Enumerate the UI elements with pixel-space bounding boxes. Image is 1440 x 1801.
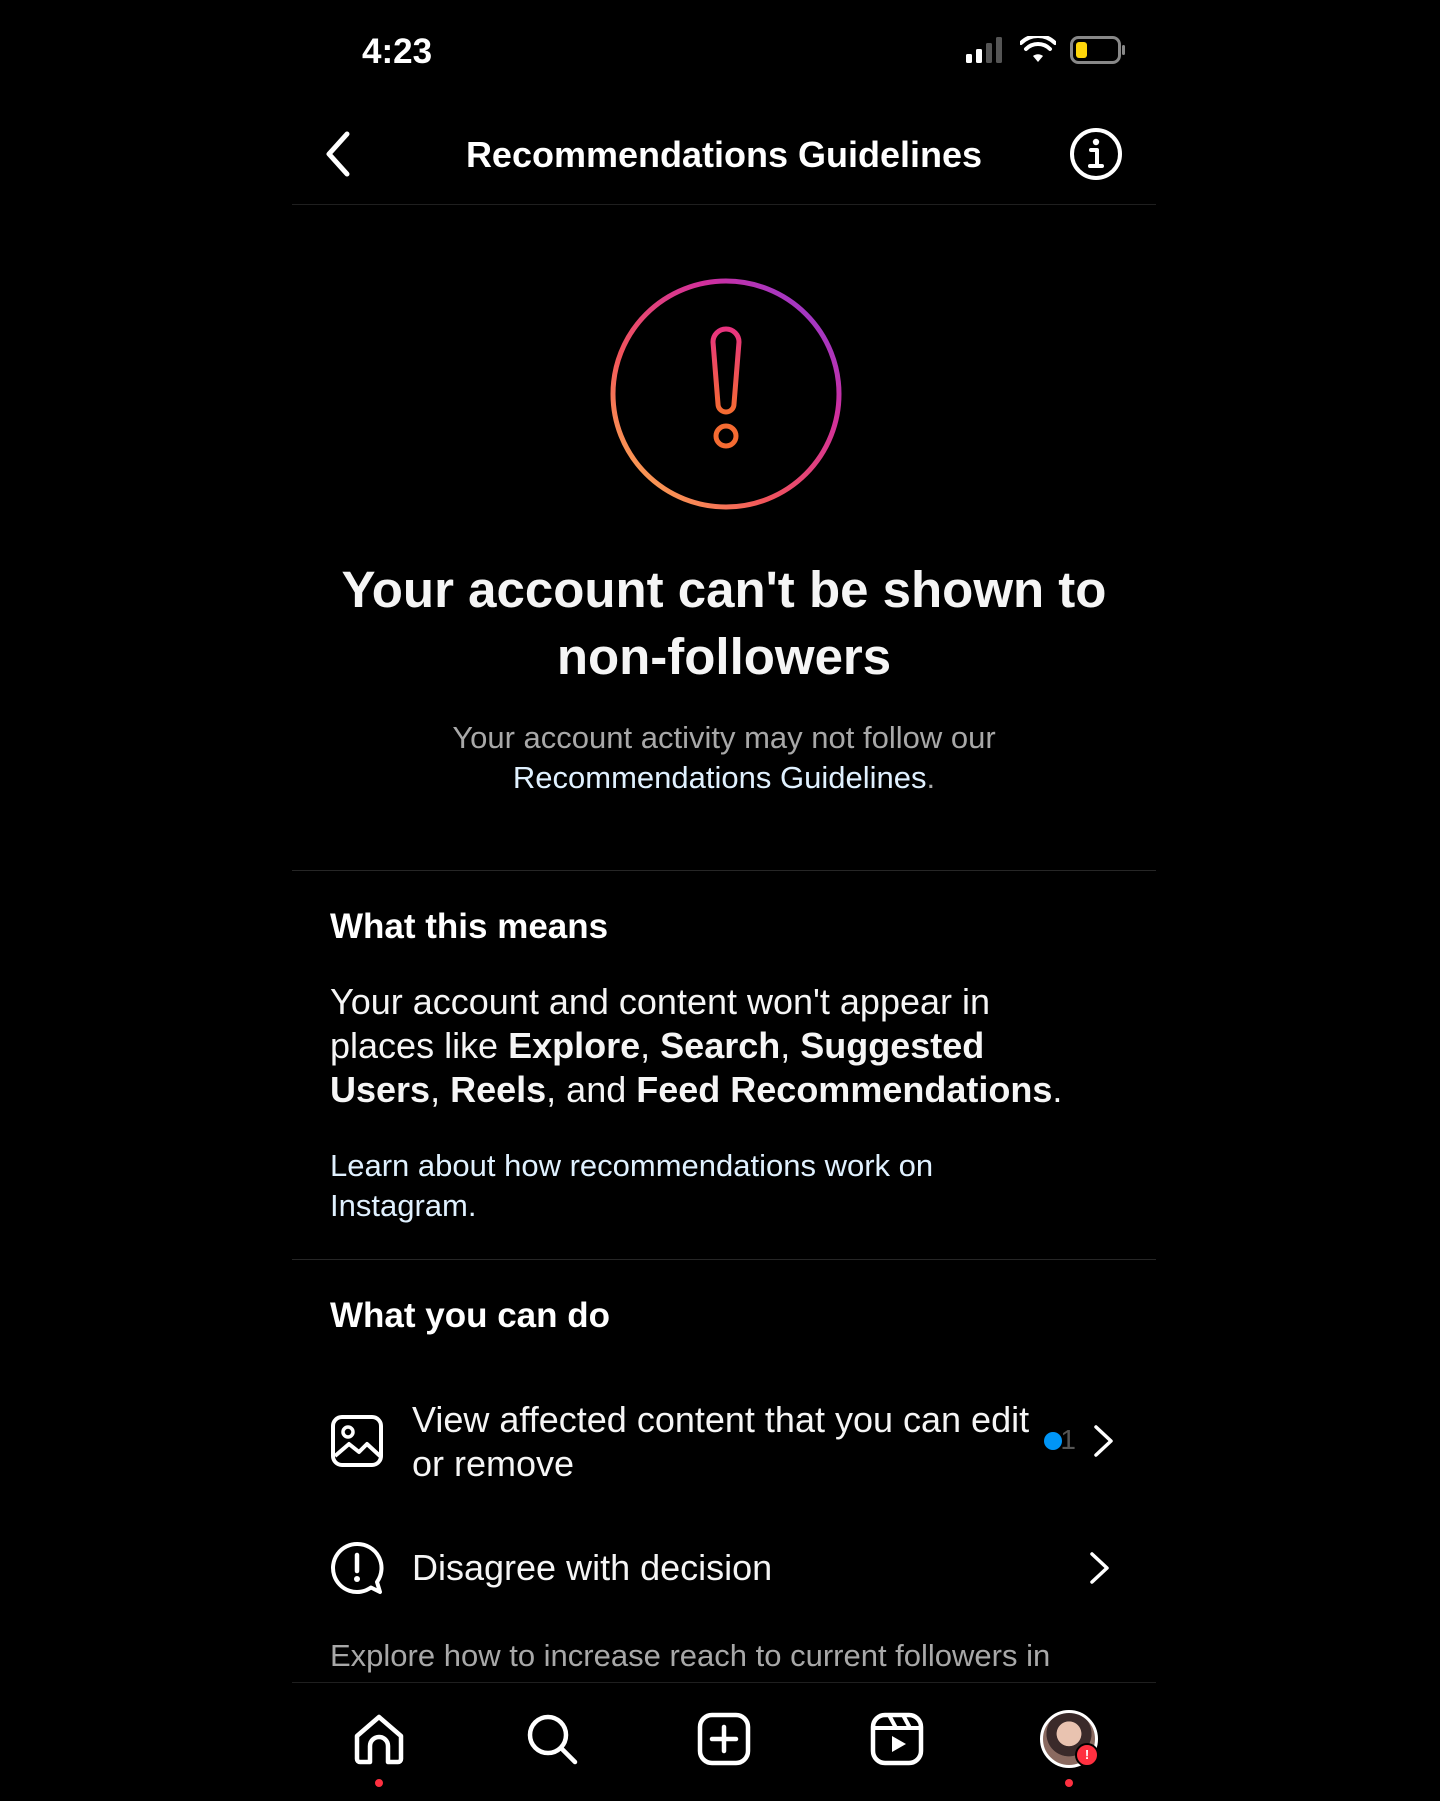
search-term: Search: [660, 1025, 781, 1066]
nav-header: Recommendations Guidelines: [292, 104, 1156, 205]
profile-notification-dot: [1065, 1779, 1073, 1787]
bottom-tab-bar: !: [292, 1682, 1156, 1801]
home-notification-dot: [375, 1779, 383, 1787]
divider: [292, 1259, 1156, 1260]
section-title-what-this-means: What this means: [330, 907, 609, 946]
section-title-what-you-can-do: What you can do: [330, 1296, 610, 1335]
hero-subtitle: Your account activity may not follow our…: [332, 718, 1116, 798]
guidelines-link[interactable]: Recommendations Guidelines: [513, 760, 927, 795]
image-icon: [331, 1415, 383, 1467]
separator: ,: [430, 1069, 451, 1110]
reels-icon: [870, 1712, 924, 1766]
app-screen: 4:23 Recommendations Guidelines Your acc…: [292, 0, 1156, 1801]
tab-reels[interactable]: [867, 1709, 927, 1769]
view-affected-label: View affected content that you can edit …: [412, 1399, 1030, 1484]
reels-term: Reels: [450, 1069, 547, 1110]
affected-count: 1: [1060, 1424, 1076, 1455]
explore-reach-text[interactable]: Explore how to increase reach to current…: [330, 1636, 1116, 1676]
learn-recommendations-link[interactable]: Learn about how recommendations work on …: [330, 1146, 1056, 1226]
info-icon: [1070, 128, 1122, 180]
alert-bubble-icon: [331, 1541, 384, 1594]
alert-badge-icon: !: [1075, 1743, 1099, 1767]
search-icon: [527, 1714, 578, 1765]
warning-exclamation-icon: [610, 278, 842, 510]
page-title: Recommendations Guidelines: [465, 134, 983, 175]
hero-subtitle-end: .: [926, 760, 936, 795]
separator: , and: [546, 1069, 637, 1110]
hero-title: Your account can't be shown to non-follo…: [341, 561, 1107, 685]
battery-icon: [1070, 36, 1125, 64]
divider: [292, 870, 1156, 871]
info-button[interactable]: [1068, 126, 1124, 182]
unread-dot: [1044, 1432, 1062, 1450]
home-icon: [354, 1714, 404, 1765]
separator: ,: [780, 1025, 801, 1066]
tab-profile[interactable]: !: [1039, 1709, 1099, 1769]
means-description: Your account and content won't appear in…: [330, 980, 1096, 1112]
hero-subtitle-text: Your account activity may not follow our: [452, 720, 996, 755]
explore-term: Explore: [508, 1025, 641, 1066]
view-affected-content-row[interactable]: View affected content that you can edit …: [292, 1388, 1156, 1492]
wifi-icon: [1020, 36, 1056, 62]
status-time: 4:23: [362, 32, 433, 71]
chevron-right-icon: [1090, 1552, 1109, 1584]
disagree-label: Disagree with decision: [412, 1547, 773, 1588]
status-bar: 4:23: [292, 0, 1156, 104]
tab-home[interactable]: [349, 1709, 409, 1769]
period: .: [1052, 1069, 1063, 1110]
disagree-row[interactable]: Disagree with decision: [292, 1532, 1156, 1604]
separator: ,: [640, 1025, 661, 1066]
tab-create[interactable]: [694, 1709, 754, 1769]
feed-recommendations-term: Feed Recommendations: [636, 1069, 1053, 1110]
status-icons: [966, 36, 1126, 64]
tab-search[interactable]: [522, 1709, 582, 1769]
create-icon: [697, 1712, 751, 1766]
cellular-signal-icon: [966, 37, 1002, 63]
chevron-right-icon: [1094, 1425, 1113, 1457]
avatar: !: [1040, 1710, 1099, 1768]
